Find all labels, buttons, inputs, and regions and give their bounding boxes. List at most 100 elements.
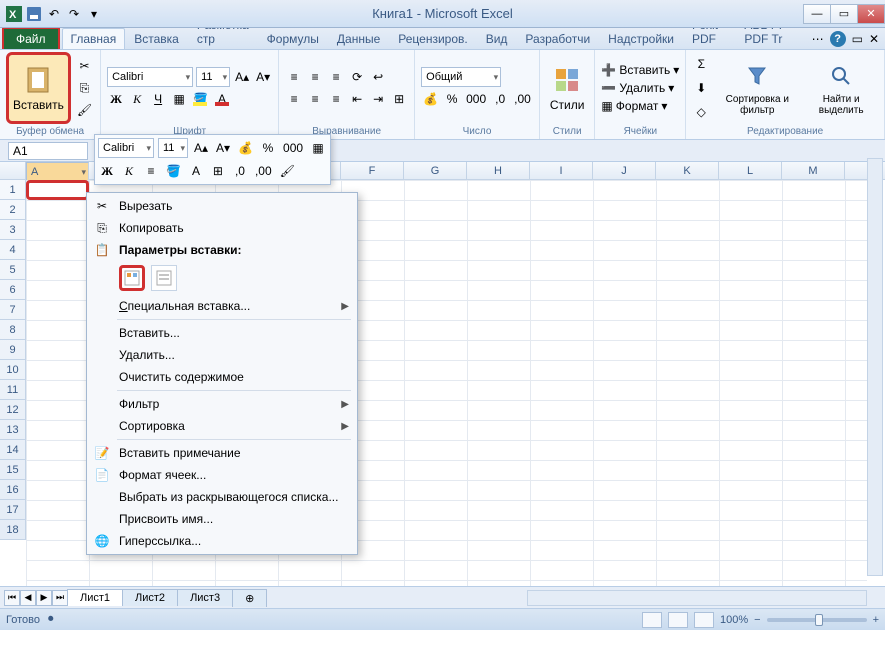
row-header[interactable]: 12 (0, 400, 25, 420)
clear-icon[interactable]: ◇ (692, 102, 710, 122)
sheet-nav-first[interactable]: ⏮ (4, 590, 20, 606)
row-header[interactable]: 8 (0, 320, 25, 340)
zoom-level[interactable]: 100% (720, 614, 748, 626)
row-header[interactable]: 4 (0, 240, 25, 260)
col-header[interactable]: H (467, 162, 530, 179)
row-header[interactable]: 11 (0, 380, 25, 400)
format-painter-icon[interactable]: 🖌 (75, 100, 94, 120)
currency-icon[interactable]: 💰 (421, 89, 440, 109)
tab-review[interactable]: Рецензиров. (389, 28, 476, 49)
ctx-name[interactable]: Присвоить имя... (89, 508, 355, 530)
view-layout-button[interactable] (668, 612, 688, 628)
align-right-icon[interactable]: ≡ (327, 89, 345, 109)
tab-developer[interactable]: Разработчи (516, 28, 599, 49)
underline-button[interactable]: Ч (149, 89, 167, 109)
ctx-cut[interactable]: ✂Вырезать (89, 195, 355, 217)
col-header[interactable]: L (719, 162, 782, 179)
sheet-tab-1[interactable]: Лист1 (67, 589, 123, 606)
align-bottom-icon[interactable]: ≡ (327, 67, 345, 87)
fill-color-icon[interactable]: 🪣 (191, 89, 210, 109)
border-icon[interactable]: ▦ (170, 89, 188, 109)
tab-addins[interactable]: Надстройки (599, 28, 683, 49)
ctx-filter[interactable]: Фильтр▶ (89, 393, 355, 415)
select-all-corner[interactable] (0, 162, 26, 180)
ctx-insert[interactable]: Вставить... (89, 322, 355, 344)
mini-currency-icon[interactable]: 💰 (236, 138, 255, 158)
mini-format-painter-icon[interactable]: 🖌 (278, 161, 297, 181)
mini-grow-font-icon[interactable]: A▴ (192, 138, 210, 158)
ctx-dropdown[interactable]: Выбрать из раскрывающегося списка... (89, 486, 355, 508)
find-select-button[interactable]: Найти и выделить (804, 52, 878, 124)
sheet-nav-next[interactable]: ▶ (36, 590, 52, 606)
minimize-button[interactable]: — (803, 4, 831, 24)
mini-dec-dec-icon[interactable]: ,00 (253, 161, 274, 181)
mini-comma-icon[interactable]: 000 (281, 138, 305, 158)
ctx-delete[interactable]: Удалить... (89, 344, 355, 366)
ctx-copy[interactable]: ⎘Копировать (89, 217, 355, 239)
ctx-sort[interactable]: Сортировка▶ (89, 415, 355, 437)
fill-icon[interactable]: ⬇ (692, 78, 710, 98)
font-color-icon[interactable]: A (213, 89, 231, 109)
horizontal-scrollbar[interactable] (527, 590, 867, 606)
mini-italic-button[interactable]: К (120, 161, 138, 181)
maximize-button[interactable]: ▭ (830, 4, 858, 24)
sort-filter-button[interactable]: Сортировка и фильтр (714, 52, 800, 124)
tab-formulas[interactable]: Формулы (258, 28, 328, 49)
mini-bold-button[interactable]: Ж (98, 161, 116, 181)
styles-button[interactable]: Стили (546, 52, 589, 124)
redo-icon[interactable]: ↷ (66, 6, 82, 22)
col-header[interactable]: F (341, 162, 404, 179)
help-icon[interactable]: ? (830, 31, 846, 47)
name-box[interactable]: A1 (8, 142, 88, 160)
mini-font-color-icon[interactable]: A (187, 161, 205, 181)
macro-record-icon[interactable]: ⏺ (48, 613, 54, 626)
cells-delete-button[interactable]: ➖Удалить ▾ (601, 81, 679, 95)
col-header[interactable]: M (782, 162, 845, 179)
vertical-scrollbar[interactable] (867, 158, 883, 576)
align-top-icon[interactable]: ≡ (285, 67, 303, 87)
mini-shrink-font-icon[interactable]: A▾ (214, 138, 232, 158)
view-normal-button[interactable] (642, 612, 662, 628)
merge-icon[interactable]: ⊞ (390, 89, 408, 109)
wrap-text-icon[interactable]: ↩ (369, 67, 387, 87)
tab-insert[interactable]: Вставка (125, 28, 188, 49)
copy-icon[interactable]: ⎘ (75, 78, 94, 98)
mini-size-select[interactable]: 11 (158, 138, 188, 158)
shrink-font-icon[interactable]: A▾ (254, 67, 272, 87)
indent-inc-icon[interactable]: ⇥ (369, 89, 387, 109)
row-header[interactable]: 9 (0, 340, 25, 360)
file-tab[interactable]: Файл (2, 27, 60, 49)
grow-font-icon[interactable]: A▴ (233, 67, 251, 87)
bold-button[interactable]: Ж (107, 89, 125, 109)
mini-font-select[interactable]: Calibri (98, 138, 154, 158)
ctx-clear[interactable]: Очистить содержимое (89, 366, 355, 388)
row-header[interactable]: 16 (0, 480, 25, 500)
ctx-format[interactable]: 📄Формат ячеек... (89, 464, 355, 486)
view-pagebreak-button[interactable] (694, 612, 714, 628)
row-header[interactable]: 3 (0, 220, 25, 240)
indent-dec-icon[interactable]: ⇤ (348, 89, 366, 109)
font-size-select[interactable]: 11 (196, 67, 230, 87)
sheet-nav-last[interactable]: ⏭ (52, 590, 68, 606)
row-header[interactable]: 2 (0, 200, 25, 220)
percent-icon[interactable]: % (443, 89, 461, 109)
col-header[interactable]: G (404, 162, 467, 179)
zoom-slider[interactable] (767, 618, 867, 622)
zoom-out-button[interactable]: − (754, 614, 760, 626)
italic-button[interactable]: К (128, 89, 146, 109)
cells-insert-button[interactable]: ➕Вставить ▾ (601, 63, 679, 77)
paste-option-all[interactable] (119, 265, 145, 291)
col-header[interactable]: K (656, 162, 719, 179)
mini-merge-icon[interactable]: ⊞ (209, 161, 227, 181)
col-header[interactable]: I (530, 162, 593, 179)
sheet-tab-new[interactable]: ⊕ (232, 589, 267, 607)
align-middle-icon[interactable]: ≡ (306, 67, 324, 87)
number-format-select[interactable]: Общий (421, 67, 501, 87)
dec-decimal-icon[interactable]: ,00 (512, 89, 533, 109)
mini-inc-dec-icon[interactable]: ,0 (231, 161, 249, 181)
cells-format-button[interactable]: ▦Формат ▾ (601, 99, 679, 113)
mini-fill-color-icon[interactable]: 🪣 (164, 161, 183, 181)
ribbon-overflow-icon[interactable]: ⋯ (812, 32, 824, 46)
tab-data[interactable]: Данные (328, 28, 389, 49)
col-header[interactable]: J (593, 162, 656, 179)
